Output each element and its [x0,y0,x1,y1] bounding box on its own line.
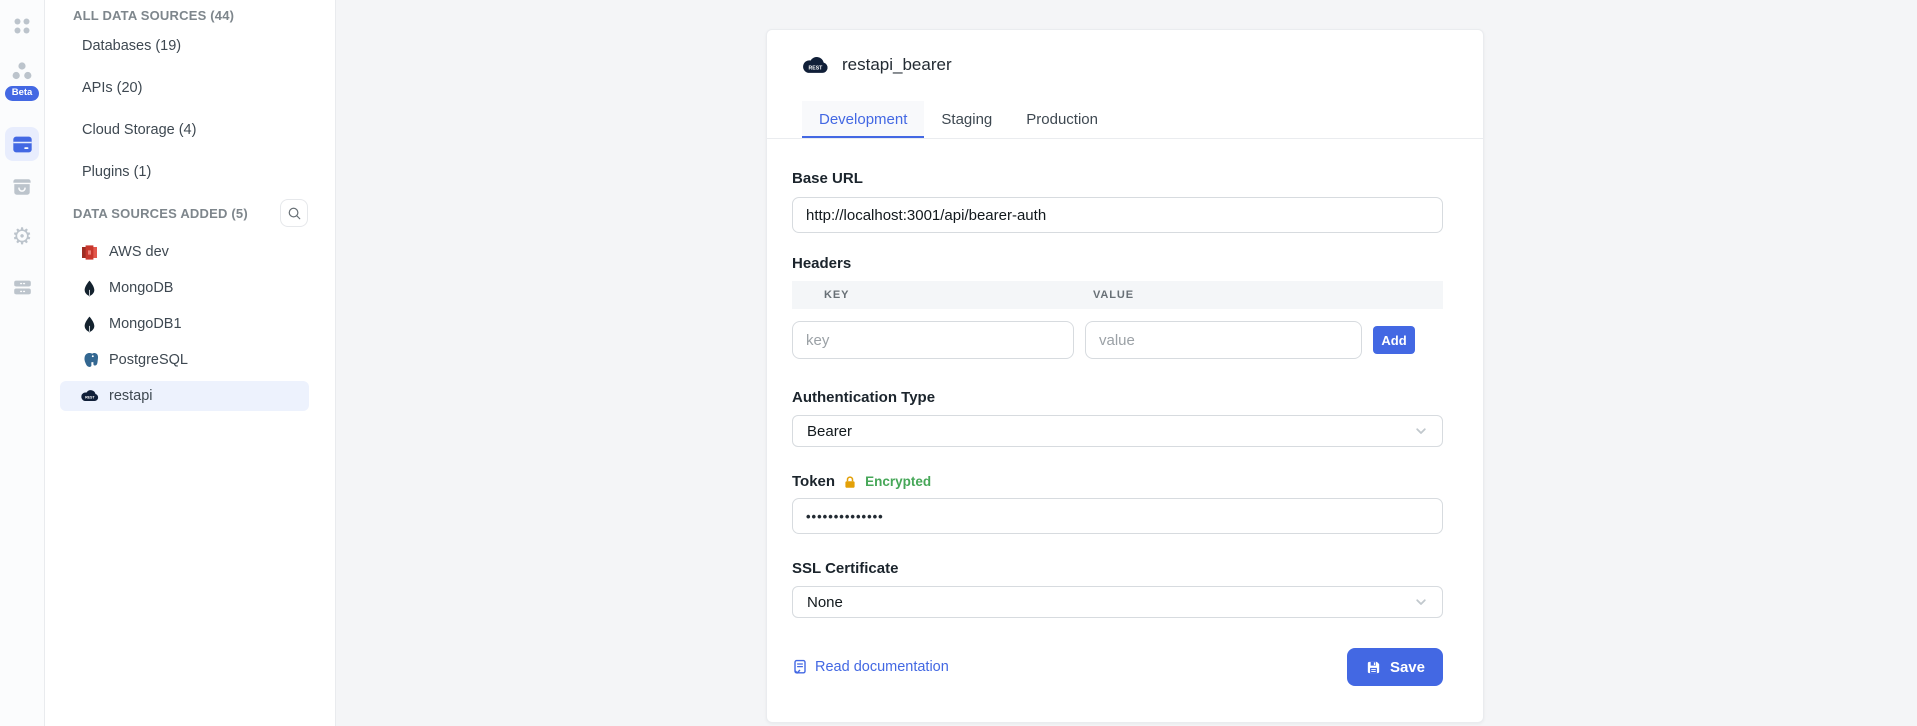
save-floppy-icon [1365,659,1382,676]
source-item-restapi[interactable]: REST restapi [60,381,309,411]
all-data-sources-header: ALL DATA SOURCES (44) [45,8,335,23]
token-label-row: Token Encrypted [792,473,1443,490]
auth-type-select[interactable]: Bearer [792,415,1443,447]
search-button[interactable] [280,199,308,227]
tab-development[interactable]: Development [802,101,924,138]
chevron-down-icon [1414,595,1428,609]
source-item-mongodb1[interactable]: MongoDB1 [60,309,309,339]
header-key-input[interactable] [792,321,1074,359]
chevron-down-icon [1414,424,1428,438]
sidebar-item-plugins[interactable]: Plugins (1) [45,151,335,193]
ssl-certificate-label: SSL Certificate [792,560,1443,577]
read-documentation-label: Read documentation [815,659,949,675]
sidebar-item-apis[interactable]: APIs (20) [45,67,335,109]
postgresql-elephant-icon [80,351,99,370]
source-item-aws-dev[interactable]: AWS dev [60,237,309,267]
added-source-list: AWS dev MongoDB MongoDB1 [45,237,335,411]
source-label: PostgreSQL [109,352,188,368]
auth-type-label: Authentication Type [792,389,1443,406]
mongodb-leaf-icon [80,315,99,334]
main-area: REST restapi_bearer Development Staging … [336,0,1917,726]
source-item-mongodb[interactable]: MongoDB [60,273,309,303]
rest-api-cloud-icon: REST [80,387,99,406]
tab-production[interactable]: Production [1009,101,1115,138]
ssl-certificate-value: None [807,594,843,611]
server-stack-icon [12,277,33,298]
app-root: Beta ⚙ [0,0,1917,726]
encrypted-badge: Encrypted [865,474,931,489]
datasource-config-panel: REST restapi_bearer Development Staging … [766,29,1484,723]
rest-api-cloud-icon: REST [801,56,829,75]
nav-rail: Beta ⚙ [0,0,45,726]
base-url-label: Base URL [792,170,1443,187]
category-list: Databases (19) APIs (20) Cloud Storage (… [45,25,335,193]
settings-gear-icon[interactable]: ⚙ [5,219,39,253]
apps-icon[interactable] [5,9,39,43]
marketplace-icon[interactable] [5,174,39,200]
svg-text:REST: REST [85,396,95,400]
panel-footer: Read documentation Save [792,648,1443,686]
save-button[interactable]: Save [1347,648,1443,686]
tab-staging[interactable]: Staging [924,101,1009,138]
svg-text:REST: REST [809,65,824,71]
token-input[interactable] [792,498,1443,534]
ssl-certificate-select[interactable]: None [792,586,1443,618]
data-sources-nav-icon[interactable] [5,127,39,161]
sidebar-item-cloud-storage[interactable]: Cloud Storage (4) [45,109,335,151]
header-value-input[interactable] [1085,321,1362,359]
search-icon [287,206,302,221]
base-url-input[interactable] [792,197,1443,233]
source-item-postgresql[interactable]: PostgreSQL [60,345,309,375]
token-label: Token [792,473,835,490]
sidebar-item-databases[interactable]: Databases (19) [45,25,335,67]
save-button-label: Save [1390,659,1425,676]
aws-icon [80,243,99,262]
panel-header: REST restapi_bearer [767,30,1483,75]
key-column-header: KEY [792,289,1085,301]
mongodb-leaf-icon [80,279,99,298]
beta-badge: Beta [5,86,40,101]
source-label: restapi [109,388,153,404]
header-input-row: Add [792,321,1443,359]
added-sources-header-row: DATA SOURCES ADDED (5) [45,195,335,231]
source-label: AWS dev [109,244,169,260]
headers-label: Headers [792,255,1443,272]
storefront-icon [11,176,33,198]
config-form: Base URL Headers KEY VALUE Add Authentic… [767,170,1483,686]
environment-tabs: Development Staging Production [767,101,1483,139]
workflows-dots-icon [11,61,33,81]
read-documentation-link[interactable]: Read documentation [792,659,949,675]
documentation-icon [792,659,808,675]
page-title: restapi_bearer [842,55,952,75]
gear-glyph: ⚙ [12,225,33,248]
datasource-sidebar: ALL DATA SOURCES (44) Databases (19) API… [45,0,336,726]
workflows-icon[interactable] [5,59,39,83]
lock-icon [843,475,857,489]
audit-logs-icon[interactable] [5,270,39,304]
added-sources-header: DATA SOURCES ADDED (5) [73,206,248,221]
auth-type-value: Bearer [807,423,852,440]
headers-table-header: KEY VALUE [792,281,1443,309]
drawer-icon [12,135,33,154]
add-header-button[interactable]: Add [1373,326,1415,354]
source-label: MongoDB1 [109,316,182,332]
apps-grid-icon [11,15,33,37]
value-column-header: VALUE [1085,289,1134,301]
source-label: MongoDB [109,280,173,296]
